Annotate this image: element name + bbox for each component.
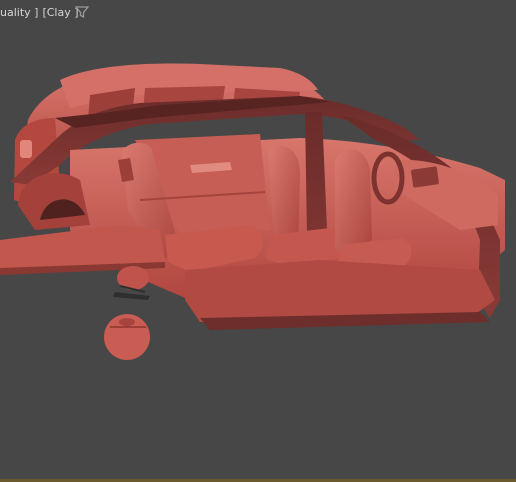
loose-part-round — [104, 314, 150, 360]
front-seat-driver — [335, 149, 372, 255]
viewport-perspective[interactable]: uality ] [Clay ] — [0, 0, 516, 482]
tail-light — [20, 140, 32, 158]
loose-part-bracket — [113, 266, 150, 300]
infotainment-screen — [411, 166, 439, 188]
car-clay-model[interactable] — [0, 0, 516, 482]
